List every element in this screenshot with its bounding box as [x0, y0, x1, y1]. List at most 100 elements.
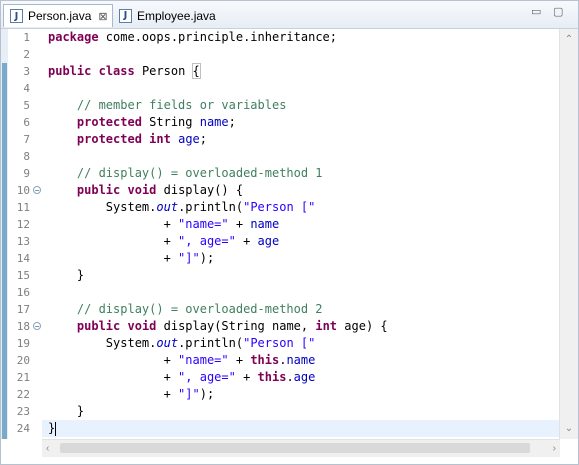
code-line[interactable]: + ", age=" + this.age	[42, 369, 560, 386]
code-token: public	[48, 64, 92, 78]
line-number: 15	[8, 267, 42, 284]
code-token: age	[293, 370, 316, 384]
code-token: out	[156, 336, 179, 350]
code-token: name	[199, 115, 229, 129]
code-token: );	[199, 387, 215, 401]
overview-ruler	[1, 29, 8, 439]
line-number-label: 10	[16, 184, 30, 197]
line-number-label: 18	[16, 320, 30, 333]
code-token: +	[48, 387, 179, 401]
line-number-label: 12	[16, 218, 30, 231]
fold-toggle-icon[interactable]: −	[33, 186, 41, 195]
line-number-label: 13	[16, 235, 30, 248]
line-number: 24	[8, 420, 42, 437]
code-line[interactable]: // display() = overloaded-method 2	[42, 301, 560, 318]
tab-person-java[interactable]: J Person.java ⊠	[3, 4, 113, 27]
line-number: 20	[8, 352, 42, 369]
code-token: protected	[76, 132, 142, 146]
code-token: class	[98, 64, 135, 78]
line-number-gutter: 1 2 3 4 5 6 7 8 9 10−11 12 13 14 15 16 17 18−19 20 21 22 23 2…	[8, 29, 42, 439]
code-token: String	[141, 115, 200, 129]
code-line[interactable]	[42, 148, 560, 165]
tab-employee-java[interactable]: J Employee.java	[113, 4, 216, 27]
code-token: int	[315, 319, 338, 333]
code-token: .println(	[178, 200, 244, 214]
java-file-icon: J	[10, 9, 23, 23]
code-token: public	[76, 183, 121, 197]
code-token: +	[235, 370, 258, 384]
code-token: +	[235, 234, 258, 248]
code-line[interactable]: System.out.println("Person ["	[42, 199, 560, 216]
code-token: ;	[228, 115, 236, 129]
line-number-label: 9	[23, 167, 30, 180]
line-number-label: 21	[16, 371, 30, 384]
code-line[interactable]: public void display() {	[42, 182, 560, 199]
code-token: +	[48, 217, 179, 231]
line-number-label: 14	[16, 252, 30, 265]
code-editor[interactable]: 1 2 3 4 5 6 7 8 9 10−11 12 13 14 15 16 17 18−19 20 21 22 23 2…	[1, 29, 578, 464]
code-token: // display() = overloaded-method 1	[48, 166, 323, 180]
tab-label: Employee.java	[137, 8, 216, 23]
code-token: int	[149, 132, 171, 146]
horizontal-scrollbar[interactable]: ‹ ›	[42, 439, 560, 457]
line-number: 22	[8, 386, 42, 403]
scroll-up-icon[interactable]: ⌃	[560, 31, 578, 48]
code-token: out	[156, 200, 179, 214]
code-token: package	[48, 30, 99, 44]
line-number: 9	[8, 165, 42, 182]
code-line[interactable]: public class Person {	[42, 63, 560, 80]
scroll-down-icon[interactable]: ⌄	[560, 420, 578, 437]
code-token: // display() = overloaded-method 2	[48, 302, 323, 316]
line-number: 21	[8, 369, 42, 386]
line-number: 16	[8, 284, 42, 301]
change-marker	[2, 63, 7, 439]
code-token: age	[257, 234, 280, 248]
code-token: .	[286, 370, 294, 384]
code-line[interactable]: System.out.println("Person ["	[42, 335, 560, 352]
close-tab-icon[interactable]: ⊠	[98, 10, 107, 23]
code-token: display() {	[156, 183, 244, 197]
scroll-right-icon[interactable]: ›	[553, 440, 556, 457]
code-line[interactable]: // display() = overloaded-method 1	[42, 165, 560, 182]
code-token: }	[48, 268, 85, 282]
code-line[interactable]: }	[42, 403, 560, 420]
code-token: name	[286, 353, 316, 367]
line-number-label: 15	[16, 269, 30, 282]
code-token: protected	[76, 115, 142, 129]
minimize-icon[interactable]: ▭	[531, 6, 543, 17]
code-token: .println(	[178, 336, 244, 350]
code-line[interactable]: package come.oops.principle.inheritance;	[42, 29, 560, 46]
line-number-label: 1	[23, 31, 30, 44]
code-token: ", age="	[178, 370, 236, 384]
code-line[interactable]: protected int age;	[42, 131, 560, 148]
scroll-left-icon[interactable]: ‹	[46, 440, 49, 457]
code-line[interactable]	[42, 46, 560, 63]
code-line[interactable]	[42, 80, 560, 97]
line-number: 10−	[8, 182, 42, 199]
line-number-label: 11	[16, 201, 30, 214]
line-number-label: 4	[23, 82, 30, 95]
code-line[interactable]: + "name=" + name	[42, 216, 560, 233]
code-area[interactable]: package come.oops.principle.inheritance;…	[42, 29, 560, 439]
code-token: this	[257, 370, 287, 384]
code-token: System.	[48, 336, 157, 350]
code-line[interactable]: }	[42, 420, 560, 437]
fold-toggle-icon[interactable]: −	[33, 322, 41, 331]
code-line[interactable]: + ", age=" + age	[42, 233, 560, 250]
code-line[interactable]: + "]");	[42, 386, 560, 403]
code-token: void	[127, 183, 157, 197]
code-line[interactable]: + "name=" + this.name	[42, 352, 560, 369]
code-line[interactable]: // member fields or variables	[42, 97, 560, 114]
vertical-scrollbar[interactable]: ⌃ ⌄	[559, 29, 578, 439]
maximize-icon[interactable]: ▢	[553, 6, 565, 17]
code-line[interactable]	[42, 284, 560, 301]
code-line[interactable]: + "]");	[42, 250, 560, 267]
code-line[interactable]: protected String name;	[42, 114, 560, 131]
code-line[interactable]: }	[42, 267, 560, 284]
code-line[interactable]: public void display(String name, int age…	[42, 318, 560, 335]
scrollbar-thumb[interactable]	[60, 443, 530, 453]
